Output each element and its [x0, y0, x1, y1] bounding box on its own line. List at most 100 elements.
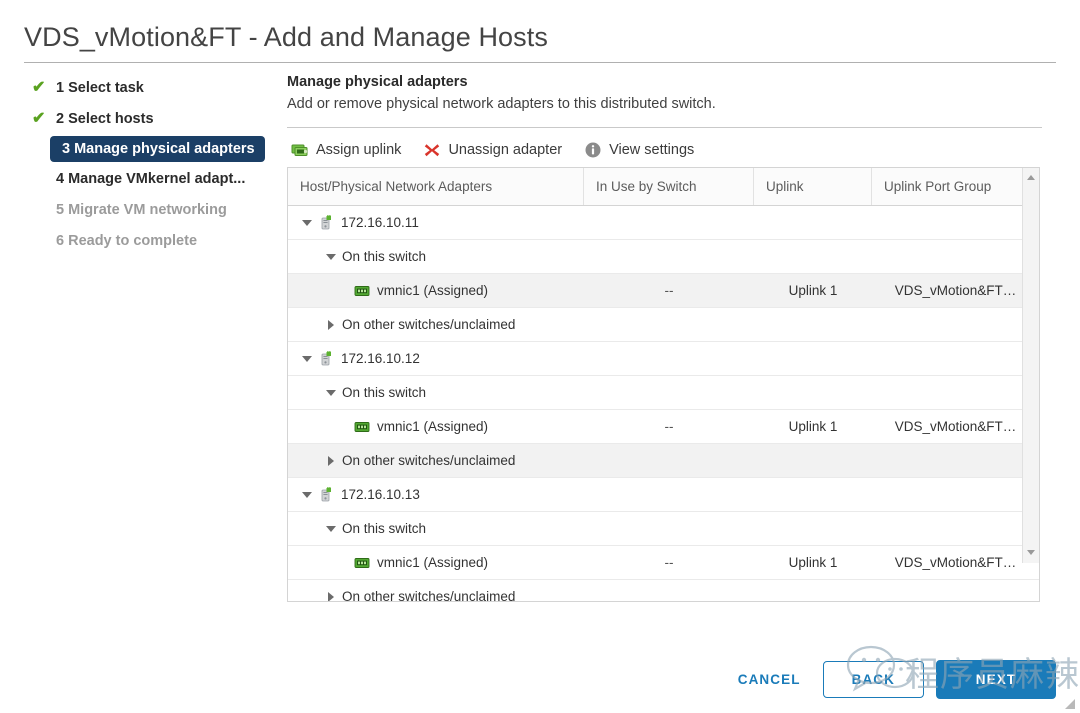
check-icon: ✔ — [32, 79, 46, 96]
adapters-table: Host/Physical Network Adapters In Use by… — [287, 167, 1040, 602]
table-row[interactable]: On other switches/unclaimed — [288, 444, 1039, 478]
table-row[interactable]: On this switch — [288, 376, 1039, 410]
sidebar-step-4[interactable]: 4 Manage VMkernel adapt... — [24, 165, 274, 193]
host-icon — [321, 350, 331, 365]
wizard-footer: CANCEL BACK NEXT — [726, 660, 1056, 699]
column-header-in-use-by-switch[interactable]: In Use by Switch — [584, 168, 754, 205]
cell-host-adapter: On other switches/unclaimed — [288, 588, 584, 602]
row-label: vmnic1 (Assigned) — [377, 282, 489, 298]
column-header-uplink-port-group[interactable]: Uplink Port Group — [872, 168, 1039, 205]
table-row[interactable]: 172.16.10.11 — [288, 206, 1039, 240]
sidebar-step-1[interactable]: ✔ 1 Select task — [24, 74, 274, 102]
cell-host-adapter: On other switches/unclaimed — [288, 317, 584, 333]
table-body: 172.16.10.11 On this switch vmnic1 (Assign… — [288, 206, 1039, 601]
cell-host-adapter: On other switches/unclaimed — [288, 453, 584, 469]
cell-host-adapter: 172.16.10.11 — [288, 214, 584, 231]
next-button[interactable]: NEXT — [936, 660, 1056, 699]
row-label: 172.16.10.11 — [341, 214, 419, 230]
cell-host-adapter: On this switch — [288, 249, 584, 265]
table-row[interactable]: 172.16.10.12 — [288, 342, 1039, 376]
table-header-row: Host/Physical Network Adapters In Use by… — [288, 168, 1039, 206]
page-title: VDS_vMotion&FT - Add and Manage Hosts — [24, 22, 548, 52]
cell-uplink-port-group: VDS_vMotion&FT… — [894, 555, 1017, 570]
row-label: On this switch — [342, 384, 427, 400]
pane-subtitle: Add or remove physical network adapters … — [287, 96, 716, 112]
cell-host-adapter: vmnic1 (Assigned) — [288, 283, 584, 299]
table-row[interactable]: vmnic1 (Assigned) -- Uplink 1 VDS_vMotion&F… — [288, 274, 1039, 308]
assign-uplink-button[interactable]: Assign uplink — [291, 141, 401, 159]
collapse-triangle-icon[interactable] — [326, 319, 336, 330]
row-label: 172.16.10.13 — [341, 486, 420, 502]
title-divider — [24, 62, 1056, 63]
expand-triangle-icon[interactable] — [326, 388, 336, 398]
unassign-adapter-button[interactable]: Unassign adapter — [423, 141, 562, 159]
step-label: 1 Select task — [56, 80, 144, 96]
table-row[interactable]: On this switch — [288, 512, 1039, 546]
cell-host-adapter: On this switch — [288, 521, 584, 537]
cell-uplink: Uplink 1 — [788, 555, 838, 570]
sidebar-step-6[interactable]: 6 Ready to complete — [24, 227, 274, 255]
cell-host-adapter: vmnic1 (Assigned) — [288, 555, 584, 571]
network-adapter-icon — [354, 421, 370, 432]
cell-in-use-by-switch: -- — [664, 419, 674, 434]
cell-in-use-by-switch: -- — [664, 283, 674, 298]
sidebar-step-3-active[interactable]: 3 Manage physical adapters — [50, 136, 265, 162]
collapse-triangle-icon[interactable] — [326, 591, 336, 601]
sidebar-step-5[interactable]: 5 Migrate VM networking — [24, 196, 274, 224]
expand-triangle-icon[interactable] — [326, 252, 336, 262]
vertical-scrollbar[interactable] — [1022, 168, 1039, 563]
column-header-host[interactable]: Host/Physical Network Adapters — [288, 168, 584, 205]
cancel-button[interactable]: CANCEL — [726, 664, 813, 695]
network-adapter-icon — [354, 285, 370, 296]
assign-uplink-label: Assign uplink — [316, 142, 402, 158]
table-row[interactable]: On other switches/unclaimed — [288, 308, 1039, 342]
adapter-toolbar: Assign uplink Unassign adapter View sett… — [287, 133, 1042, 167]
cell-uplink: Uplink 1 — [788, 419, 838, 434]
cell-in-use-by-switch: -- — [664, 555, 674, 570]
expand-triangle-icon[interactable] — [302, 354, 312, 364]
wizard-step-list: ✔ 1 Select task ✔ 2 Select hosts 3 Manag… — [24, 74, 274, 258]
column-header-uplink[interactable]: Uplink — [754, 168, 872, 205]
table-row[interactable]: On this switch — [288, 240, 1039, 274]
unassign-adapter-label: Unassign adapter — [448, 142, 563, 158]
red-x-icon — [425, 144, 440, 157]
view-settings-label: View settings — [609, 142, 695, 158]
row-label: 172.16.10.12 — [341, 350, 420, 366]
cell-uplink-port-group: VDS_vMotion&FT… — [894, 419, 1017, 434]
table-row[interactable]: vmnic1 (Assigned) -- Uplink 1 VDS_vMotion&F… — [288, 546, 1039, 580]
back-button[interactable]: BACK — [822, 661, 924, 698]
check-icon: ✔ — [32, 110, 46, 127]
collapse-triangle-icon[interactable] — [326, 455, 336, 466]
view-settings-button[interactable]: View settings — [584, 141, 694, 159]
expand-triangle-icon[interactable] — [302, 218, 312, 228]
step-label: 2 Select hosts — [56, 111, 154, 127]
cell-host-adapter: 172.16.10.12 — [288, 350, 584, 367]
assign-uplink-icon — [291, 144, 308, 156]
row-label: On other switches/unclaimed — [342, 588, 516, 602]
expand-triangle-icon[interactable] — [326, 524, 336, 534]
row-label: vmnic1 (Assigned) — [377, 418, 489, 434]
content-pane: Manage physical adapters Add or remove p… — [287, 74, 1042, 602]
cell-uplink: Uplink 1 — [788, 283, 838, 298]
cell-uplink-port-group: VDS_vMotion&FT… — [894, 283, 1017, 298]
sidebar-step-2[interactable]: ✔ 2 Select hosts — [24, 105, 274, 133]
scroll-up-arrow-icon[interactable] — [1023, 170, 1039, 186]
host-icon — [321, 214, 331, 229]
table-row[interactable]: On other switches/unclaimed — [288, 580, 1039, 601]
window-resize-grip[interactable] — [1064, 698, 1076, 710]
row-label: On other switches/unclaimed — [342, 452, 516, 468]
pane-title: Manage physical adapters — [287, 74, 468, 90]
cell-host-adapter: 172.16.10.13 — [288, 486, 584, 503]
expand-triangle-icon[interactable] — [302, 490, 312, 500]
host-icon — [321, 486, 331, 501]
pane-divider — [287, 127, 1042, 128]
cell-host-adapter: On this switch — [288, 385, 584, 401]
table-row[interactable]: vmnic1 (Assigned) -- Uplink 1 VDS_vMotion&F… — [288, 410, 1039, 444]
cell-host-adapter: vmnic1 (Assigned) — [288, 419, 584, 435]
row-label: vmnic1 (Assigned) — [377, 554, 489, 570]
table-row[interactable]: 172.16.10.13 — [288, 478, 1039, 512]
scroll-down-arrow-icon[interactable] — [1023, 545, 1039, 561]
row-label: On this switch — [342, 520, 427, 536]
row-label: On other switches/unclaimed — [342, 316, 516, 332]
network-adapter-icon — [354, 557, 370, 568]
